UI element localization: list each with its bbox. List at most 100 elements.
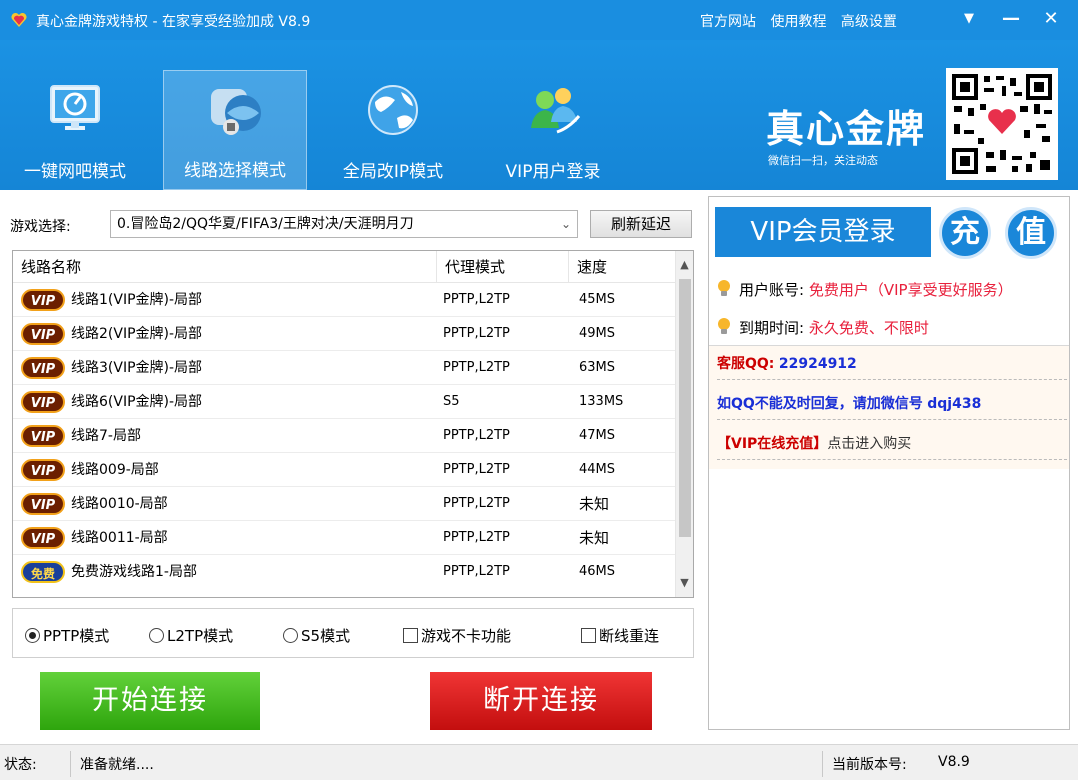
pptp-mode-radio[interactable]: PPTP模式	[25, 625, 109, 646]
s5-mode-label: S5模式	[301, 627, 351, 645]
scroll-thumb[interactable]	[679, 279, 691, 537]
official-site-link[interactable]: 官方网站	[700, 14, 756, 30]
radio-indicator[interactable]	[283, 628, 298, 643]
vip-badge-icon: VIP	[21, 391, 65, 413]
vip-login-button[interactable]: VIP会员登录	[715, 207, 931, 257]
tutorial-link[interactable]: 使用教程	[770, 14, 826, 30]
route-speed: 133MS	[579, 394, 624, 409]
recharge-button-2[interactable]: 值	[1005, 207, 1057, 259]
status-value: 准备就绪....	[80, 757, 154, 773]
recharge-button-1[interactable]: 充	[939, 207, 991, 259]
brand-subtitle: 微信扫一扫，关注动态	[768, 154, 878, 167]
title-bar: 真心金牌游戏特权 - 在家享受经验加成 V8.9 官方网站 使用教程 高级设置 …	[0, 0, 1078, 40]
recharge-link-bold[interactable]: 【VIP在线充值】	[717, 436, 827, 452]
no-lag-label: 游戏不卡功能	[421, 627, 512, 645]
table-row[interactable]: VIP 线路1(VIP金牌)-局部 PPTP,L2TP 45MS	[13, 283, 677, 317]
game-select-label: 游戏选择:	[10, 219, 71, 235]
route-mode: PPTP,L2TP	[443, 564, 510, 579]
checkbox-indicator[interactable]	[581, 628, 596, 643]
users-icon	[531, 88, 581, 134]
route-speed: 47MS	[579, 428, 616, 443]
table-row[interactable]: 免费 免费游戏线路1-局部 PPTP,L2TP 46MS	[13, 555, 677, 589]
scroll-down-icon[interactable]: ▼	[676, 573, 693, 593]
vip-badge-icon: VIP	[21, 323, 65, 345]
vip-badge-icon: VIP	[21, 527, 65, 549]
table-row[interactable]: VIP 线路0011-局部 PPTP,L2TP 未知	[13, 521, 677, 555]
vip-badge-icon: VIP	[21, 425, 65, 447]
route-name: 线路0011-局部	[71, 530, 168, 546]
recharge-link-row[interactable]: 【VIP在线充值】点击进入购买	[717, 428, 1067, 460]
heart-logo-icon	[11, 12, 27, 27]
s5-mode-radio[interactable]: S5模式	[283, 625, 350, 646]
status-separator	[70, 751, 71, 777]
no-lag-checkbox[interactable]: 游戏不卡功能	[403, 625, 511, 646]
table-row[interactable]: VIP 线路0010-局部 PPTP,L2TP 未知	[13, 487, 677, 521]
qr-code-icon	[950, 72, 1054, 176]
menu-dropdown-button[interactable]: ▼	[954, 4, 984, 34]
route-speed: 44MS	[579, 462, 616, 477]
mode-netcafe[interactable]: 一键网吧模式	[0, 70, 150, 190]
route-mode: PPTP,L2TP	[443, 462, 510, 477]
expire-label: 到期时间:	[739, 319, 805, 337]
route-mode: PPTP,L2TP	[443, 530, 510, 545]
window-title: 真心金牌游戏特权 - 在家享受经验加成 V8.9	[36, 14, 311, 30]
mode-vip-login-label: VIP用户登录	[505, 162, 601, 182]
account-panel: VIP会员登录 充 值 用户账号: 免费用户（VIP享受更好服务） 到期时间: …	[708, 196, 1070, 730]
game-select-dropdown[interactable]: 0.冒险岛2/QQ华夏/FIFA3/王牌对决/天涯明月刀 ⌄	[110, 210, 578, 238]
start-connect-button[interactable]: 开始连接	[40, 672, 260, 730]
support-qq-row: 客服QQ: 22924912	[717, 348, 1067, 380]
minimize-button[interactable]: —	[996, 4, 1026, 34]
auto-reconnect-checkbox[interactable]: 断线重连	[581, 625, 659, 646]
mode-route-select[interactable]: 线路选择模式	[163, 70, 307, 190]
l2tp-mode-radio[interactable]: L2TP模式	[149, 625, 233, 646]
route-speed: 未知	[579, 529, 610, 547]
recharge-link-text[interactable]: 点击进入购买	[827, 436, 911, 452]
close-button[interactable]: ✕	[1036, 4, 1066, 34]
table-row[interactable]: VIP 线路3(VIP金牌)-局部 PPTP,L2TP 63MS	[13, 351, 677, 385]
vip-badge-icon: VIP	[21, 357, 65, 379]
table-row[interactable]: VIP 线路009-局部 PPTP,L2TP 44MS	[13, 453, 677, 487]
globe-icon	[368, 85, 418, 135]
route-name: 线路1(VIP金牌)-局部	[71, 292, 203, 308]
table-row[interactable]: VIP 线路6(VIP金牌)-局部 S5 133MS	[13, 385, 677, 419]
scroll-up-icon[interactable]: ▲	[676, 255, 693, 275]
route-mode: S5	[443, 394, 460, 409]
advanced-settings-link[interactable]: 高级设置	[841, 14, 897, 30]
table-row[interactable]: VIP 线路7-局部 PPTP,L2TP 47MS	[13, 419, 677, 453]
route-speed: 未知	[579, 495, 610, 513]
mode-global-ip[interactable]: 全局改IP模式	[318, 70, 468, 190]
chevron-down-icon: ⌄	[560, 217, 571, 231]
column-header-mode[interactable]: 代理模式	[437, 251, 569, 283]
disconnect-button[interactable]: 断开连接	[430, 672, 652, 730]
route-mode: PPTP,L2TP	[443, 326, 510, 341]
column-header-name[interactable]: 线路名称	[13, 251, 437, 283]
vip-badge-icon: VIP	[21, 493, 65, 515]
radio-indicator[interactable]	[25, 628, 40, 643]
account-label: 用户账号:	[739, 281, 805, 299]
checkbox-indicator[interactable]	[403, 628, 418, 643]
pptp-mode-label: PPTP模式	[43, 627, 110, 645]
radio-indicator[interactable]	[149, 628, 164, 643]
header-links: 官方网站 使用教程 高级设置	[700, 11, 907, 31]
connection-options: PPTP模式 L2TP模式 S5模式 游戏不卡功能 断线重连	[12, 608, 694, 658]
route-speed: 45MS	[579, 292, 616, 307]
brand-name: 真心金牌	[766, 107, 927, 151]
refresh-latency-button[interactable]: 刷新延迟	[590, 210, 692, 238]
auto-reconnect-label: 断线重连	[599, 627, 660, 645]
header-toolbar: 一键网吧模式 线路选择模式 全局改IP模式 VIP用户登录 真心金牌 微信扫一扫…	[0, 40, 1078, 190]
wechat-id: dqj438	[927, 396, 982, 412]
internet-cafe-globe-icon	[211, 89, 261, 135]
table-header: 线路名称 代理模式 速度	[13, 251, 677, 283]
mode-vip-login[interactable]: VIP用户登录	[478, 70, 628, 190]
table-scrollbar[interactable]: ▲ ▼	[675, 251, 693, 597]
account-info: 用户账号: 免费用户（VIP享受更好服务）	[717, 279, 1013, 300]
route-mode: PPTP,L2TP	[443, 428, 510, 443]
route-speed: 49MS	[579, 326, 616, 341]
account-value: 免费用户（VIP享受更好服务）	[808, 281, 1013, 299]
qr-code-image	[946, 68, 1058, 180]
table-row[interactable]: VIP 线路2(VIP金牌)-局部 PPTP,L2TP 49MS	[13, 317, 677, 351]
status-separator	[822, 751, 823, 777]
mode-netcafe-label: 一键网吧模式	[24, 162, 126, 182]
column-header-speed[interactable]: 速度	[569, 251, 677, 283]
route-name: 线路009-局部	[71, 462, 159, 478]
